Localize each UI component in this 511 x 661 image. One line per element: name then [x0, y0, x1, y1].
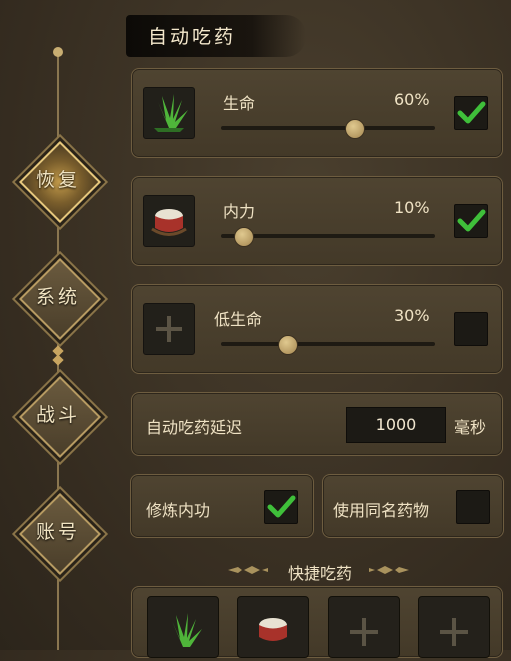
quick-slot-empty[interactable]	[328, 596, 400, 658]
option-label: 使用同名药物	[333, 501, 430, 520]
quick-slot-drum[interactable]	[237, 596, 309, 658]
low-hp-enable-checkbox[interactable]	[454, 312, 488, 346]
ornament-right-icon	[369, 566, 409, 574]
slider-label: 低生命	[214, 310, 263, 329]
nav-tab-label: 系统	[35, 286, 80, 308]
plus-icon	[350, 618, 378, 646]
drum-icon	[259, 618, 287, 641]
option-label: 修炼内功	[146, 501, 211, 520]
nav-tab-label: 战斗	[35, 404, 80, 426]
mp-potion-panel: 内力 10%	[131, 176, 503, 266]
mp-enable-checkbox[interactable]	[454, 204, 488, 238]
slider-percent: 30%	[394, 306, 430, 325]
herb-icon[interactable]	[143, 87, 195, 139]
slider-track[interactable]	[221, 126, 435, 130]
slider-label: 内力	[223, 202, 256, 221]
nav-rail-ornament	[52, 345, 64, 366]
slider-label: 生命	[223, 94, 256, 113]
nav-tab-account[interactable]: 账号	[18, 492, 102, 576]
slider-percent: 10%	[394, 198, 430, 217]
nav-tab-label: 账号	[35, 521, 80, 543]
plus-icon	[440, 618, 468, 646]
checkmark-icon	[267, 495, 296, 518]
checkmark-icon	[457, 101, 486, 124]
low-hp-potion-panel: 低生命 30%	[131, 284, 503, 374]
nav-tab-system[interactable]: 系统	[18, 257, 102, 341]
delay-unit: 毫秒	[454, 418, 487, 437]
slider-percent: 60%	[394, 90, 430, 109]
herb-icon	[172, 613, 202, 647]
cultivate-checkbox[interactable]	[264, 490, 298, 524]
plus-icon[interactable]	[143, 303, 195, 355]
drum-icon[interactable]	[143, 195, 195, 247]
delay-label: 自动吃药延迟	[146, 418, 243, 437]
nav-tab-battle[interactable]: 战斗	[18, 375, 102, 459]
nav-tab-label: 恢复	[35, 169, 80, 191]
quick-slot-empty[interactable]	[418, 596, 490, 658]
page-title: 自动吃药	[148, 26, 237, 48]
nav-tab-recover[interactable]: 恢复	[18, 140, 102, 224]
slider-knob[interactable]	[234, 227, 255, 247]
nav-rail-top-dot	[53, 47, 63, 57]
quick-slot-herb[interactable]	[147, 596, 219, 658]
slider-knob[interactable]	[344, 119, 365, 139]
slider-knob[interactable]	[278, 335, 299, 355]
hp-potion-panel: 生命 60%	[131, 68, 503, 158]
same-name-checkbox[interactable]	[456, 490, 490, 524]
slider-track[interactable]	[221, 342, 435, 346]
delay-input[interactable]: 1000	[346, 407, 446, 443]
checkmark-icon	[457, 209, 486, 232]
hp-enable-checkbox[interactable]	[454, 96, 488, 130]
